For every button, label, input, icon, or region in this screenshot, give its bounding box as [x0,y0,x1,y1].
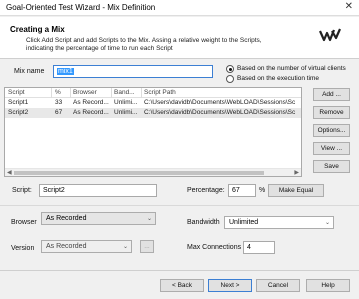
cell-browser: As Record... [73,109,109,116]
cancel-button[interactable]: Cancel [256,279,300,292]
cell-bandwidth: Unlimi... [114,109,138,116]
column-header-bandwidth[interactable]: Band... [114,88,140,98]
radio-virtual-clients[interactable] [226,65,234,73]
max-connections-input[interactable]: 4 [243,241,275,254]
column-header-browser[interactable]: Browser [73,88,109,98]
cell-script-path: C:\Users\davidb\Documents\WebLOAD\Sessio… [144,99,296,106]
next-button[interactable]: Next > [208,279,252,292]
cell-bandwidth: Unlimi... [114,99,138,106]
scripts-table[interactable]: Script % Browser Band... Script Path Scr… [4,87,302,177]
version-label: Version [11,245,35,252]
bandwidth-select[interactable]: Unlimited ⌄ [224,216,334,229]
radio-execution-time-label: Based on the execution time [237,75,320,82]
page-description: Click Add Script and add Scripts to the … [26,37,262,52]
table-header: Script % Browser Band... Script Path [5,88,301,98]
mix-name-value: mix1 [57,68,74,75]
browser-select-value: As Recorded [46,215,87,222]
scroll-left-icon[interactable]: ◀ [7,169,12,176]
back-button[interactable]: < Back [160,279,204,292]
max-connections-label: Max Connections [187,244,242,251]
chevron-down-icon: ⌄ [324,220,330,226]
wizard-header: Creating a Mix Click Add Script and add … [0,17,359,59]
close-icon[interactable]: ✕ [345,1,353,12]
chevron-down-icon: ⌄ [122,244,128,250]
section-divider [0,205,359,206]
options-button[interactable]: Options... [313,124,350,137]
horizontal-scrollbar[interactable]: ◀ ▶ [5,168,301,176]
version-browse-button[interactable]: ... [140,240,154,253]
column-header-script[interactable]: Script [8,88,48,98]
cell-script: Script2 [8,109,29,116]
title-bar: Goal-Oriented Test Wizard - Mix Definiti… [0,0,359,16]
percent-sign: % [259,187,266,194]
weblload-logo-icon [319,28,341,42]
window-title: Goal-Oriented Test Wizard - Mix Definiti… [6,3,156,12]
mix-name-label: Mix name [14,68,45,75]
column-header-percent[interactable]: % [55,88,69,98]
column-header-script-path[interactable]: Script Path [144,88,301,98]
cell-browser: As Record... [73,99,109,106]
scrollbar-thumb[interactable] [14,171,264,175]
browser-label: Browser [11,219,37,226]
chevron-down-icon: ⌄ [146,216,152,222]
browser-select[interactable]: As Recorded ⌄ [41,212,156,225]
radio-virtual-clients-label: Based on the number of virtual clients [237,65,346,72]
radio-execution-time[interactable] [226,75,234,83]
percentage-input[interactable]: 67 [228,184,256,197]
version-select[interactable]: As Recorded ⌄ [41,240,132,253]
cell-script-path: C:\Users\davidb\Documents\WebLOAD\Sessio… [144,109,296,116]
bandwidth-select-value: Unlimited [229,219,259,226]
cell-percent: 33 [55,99,63,106]
cell-percent: 67 [55,109,63,116]
add-script-button[interactable]: Add ... [313,88,350,101]
scroll-right-icon[interactable]: ▶ [294,169,299,176]
mix-name-input[interactable]: mix1 [53,65,213,78]
remove-script-button[interactable]: Remove [313,106,350,119]
save-button[interactable]: Save [313,160,350,173]
script-name-input[interactable]: Script2 [39,184,157,197]
view-button[interactable]: View ... [313,142,350,155]
script-label: Script: [12,187,32,194]
percentage-label: Percentage: [187,187,225,194]
table-row[interactable]: Script2 67 As Record... Unlimi... C:\Use… [5,108,301,118]
make-equal-button[interactable]: Make Equal [268,184,324,197]
cell-script: Script1 [8,99,29,106]
wizard-footer: < Back Next > Cancel Help [0,270,359,299]
bandwidth-label: Bandwidth [187,219,220,226]
page-title: Creating a Mix [10,25,65,34]
table-row[interactable]: Script1 33 As Record... Unlimi... C:\Use… [5,98,301,108]
version-select-value: As Recorded [46,243,87,250]
help-button[interactable]: Help [306,279,350,292]
